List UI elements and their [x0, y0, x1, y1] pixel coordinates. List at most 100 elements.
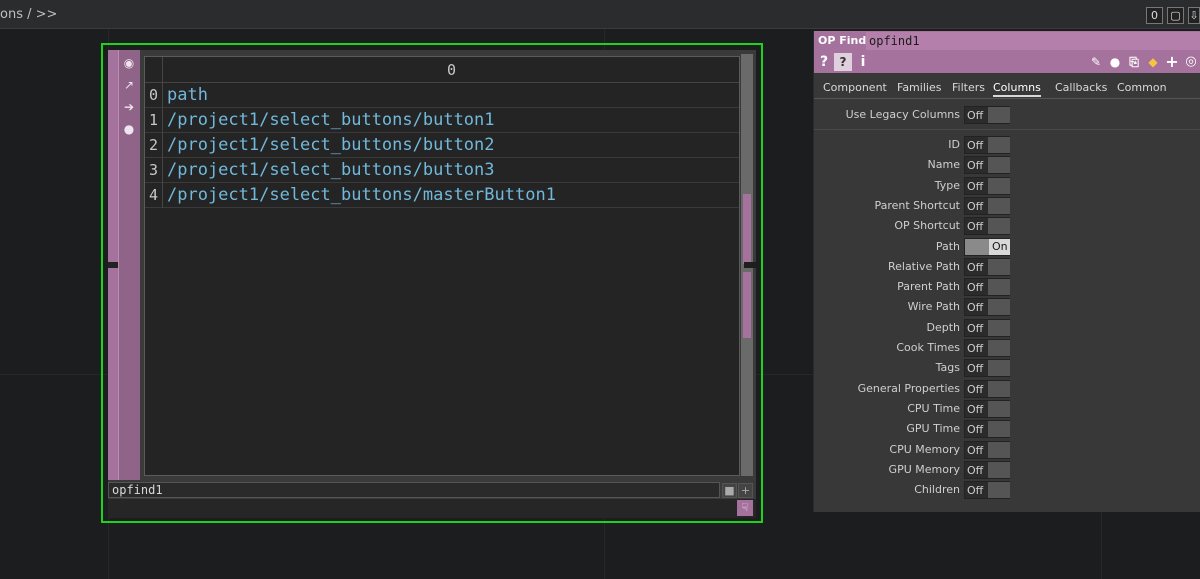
table-cell: path — [167, 85, 208, 105]
param-gpu-memory: GPU Memory Off — [814, 460, 1200, 480]
op-type-label: OP Find — [818, 34, 867, 47]
param-children: Children Off — [814, 480, 1200, 500]
param-general-properties: General Properties Off — [814, 379, 1200, 399]
param-parent-shortcut: Parent Shortcut Off — [814, 196, 1200, 216]
node-name-field[interactable]: opfind1 — [108, 482, 720, 498]
table-cell: /project1/select_buttons/button3 — [167, 160, 495, 180]
table-cell: /project1/select_buttons/button2 — [167, 135, 495, 155]
hand-pointer-icon[interactable]: ☟ — [737, 500, 753, 516]
tab-filters[interactable]: Filters — [952, 81, 985, 94]
plus-icon[interactable]: + — [738, 483, 753, 498]
pane-count-field[interactable]: 0 — [1146, 7, 1163, 24]
param-label: Depth — [926, 320, 960, 334]
scrollbar-thumb[interactable] — [743, 272, 751, 338]
tags-toggle[interactable]: Off — [964, 359, 1010, 378]
parameter-tabs: Component Families Filters Columns Callb… — [814, 79, 1200, 99]
add-icon[interactable]: + — [1164, 53, 1180, 71]
python-icon[interactable]: ◆ — [1145, 53, 1161, 71]
param-label: CPU Memory — [889, 442, 960, 456]
parent-path-toggle[interactable]: Off — [964, 278, 1010, 297]
param-cpu-memory: CPU Memory Off — [814, 440, 1200, 460]
cook-times-toggle[interactable]: Off — [964, 339, 1010, 357]
tab-families[interactable]: Families — [897, 81, 941, 94]
use-legacy-columns-toggle[interactable]: Off — [964, 106, 1010, 124]
cpu-memory-toggle[interactable]: Off — [964, 440, 1010, 459]
param-depth: Depth Off — [814, 318, 1200, 338]
param-id: ID Off — [814, 135, 1200, 155]
param-path: Path On — [814, 237, 1200, 257]
python-help-icon[interactable]: ? — [834, 53, 852, 71]
param-name: Name Off — [814, 155, 1200, 175]
comment-icon[interactable]: ● — [1107, 53, 1123, 71]
opfind-node[interactable]: ◉ ↗ ➔ ● 0 0 path 1 /project1/select_butt… — [108, 50, 756, 518]
lock-icon[interactable]: ● — [120, 120, 138, 138]
param-tags: Tags Off — [814, 358, 1200, 378]
table-row: 3 /project1/select_buttons/button3 — [145, 158, 739, 183]
param-gpu-time: GPU Time Off — [814, 419, 1200, 439]
param-label: ID — [948, 138, 960, 151]
clipboard-icon[interactable]: ⎘ — [1126, 53, 1142, 71]
viewer-toggle-icon[interactable]: ■ — [722, 483, 737, 498]
param-type: Type Off — [814, 176, 1200, 196]
info-icon[interactable]: i — [858, 53, 868, 71]
param-label: Name — [927, 158, 960, 172]
tab-common[interactable]: Common — [1117, 81, 1167, 94]
param-parent-path: Parent Path Off — [814, 277, 1200, 297]
split-down-icon[interactable]: ⇩ — [1188, 7, 1200, 24]
table-viewer[interactable]: 0 0 path 1 /project1/select_buttons/butt… — [144, 56, 740, 476]
column-header: 0 — [446, 61, 457, 79]
tab-callbacks[interactable]: Callbacks — [1055, 81, 1107, 94]
depth-toggle[interactable]: Off — [964, 318, 1010, 337]
children-toggle[interactable]: Off — [964, 481, 1010, 500]
arrow-right-icon[interactable]: ➔ — [120, 98, 138, 116]
param-relative-path: Relative Path Off — [814, 257, 1200, 277]
help-icon[interactable]: ? — [817, 53, 831, 71]
parameter-panel: OP Find opfind1 ? ? i ✎ ● ⎘ ◆ + ◎ Compon… — [813, 31, 1200, 512]
op-shortcut-toggle[interactable]: Off — [964, 217, 1010, 236]
wire-path-toggle[interactable]: Off — [964, 298, 1010, 317]
op-name-field[interactable]: opfind1 — [866, 32, 1200, 50]
table-row: 0 path — [145, 83, 739, 108]
param-label: Wire Path — [907, 300, 960, 314]
param-label: Use Legacy Columns — [845, 108, 960, 121]
type-toggle[interactable]: Off — [964, 176, 1010, 195]
row-index: 4 — [145, 183, 163, 208]
row-index: 2 — [145, 133, 163, 158]
breadcrumb[interactable]: ons / >> — [0, 7, 57, 22]
param-label: Type — [934, 178, 960, 192]
relative-path-toggle[interactable]: Off — [964, 257, 1010, 276]
parent-shortcut-toggle[interactable]: Off — [964, 196, 1010, 215]
id-toggle[interactable]: Off — [964, 136, 1010, 154]
param-op-shortcut: OP Shortcut Off — [814, 216, 1200, 236]
target-icon[interactable]: ◎ — [1183, 53, 1199, 71]
pencil-icon[interactable]: ✎ — [1088, 53, 1104, 71]
viewer-active-icon[interactable]: ◉ — [120, 54, 138, 72]
cpu-time-toggle[interactable]: Off — [964, 399, 1010, 418]
param-label: GPU Memory — [888, 462, 960, 476]
param-label: CPU Time — [907, 401, 960, 415]
param-label: Path — [935, 239, 960, 253]
param-label: General Properties — [857, 381, 960, 395]
table-cell: /project1/select_buttons/button1 — [167, 110, 495, 130]
param-cook-times: Cook Times Off — [814, 338, 1200, 358]
param-label: GPU Time — [906, 422, 960, 436]
tab-component[interactable]: Component — [823, 81, 887, 94]
table-row: 2 /project1/select_buttons/button2 — [145, 133, 739, 158]
gpu-time-toggle[interactable]: Off — [964, 420, 1010, 439]
bypass-icon[interactable]: ↗ — [120, 76, 138, 94]
maximize-icon[interactable]: ▢ — [1167, 7, 1184, 24]
network-path-bar: ons / >> 0 ▢ ⇩ — [0, 0, 1200, 29]
row-index: 1 — [145, 108, 163, 133]
param-label: Parent Shortcut — [874, 198, 960, 212]
param-label: Tags — [935, 361, 960, 375]
scrollbar-thumb[interactable] — [743, 194, 751, 264]
gpu-memory-toggle[interactable]: Off — [964, 460, 1010, 479]
tab-columns[interactable]: Columns — [993, 81, 1041, 97]
general-properties-toggle[interactable]: Off — [964, 379, 1010, 398]
row-index: 0 — [145, 83, 163, 108]
path-toggle[interactable]: On — [964, 237, 1010, 256]
table-row: 4 /project1/select_buttons/masterButton1 — [145, 183, 739, 208]
param-wire-path: Wire Path Off — [814, 297, 1200, 317]
name-toggle[interactable]: Off — [964, 156, 1010, 175]
network-grid-line — [1101, 512, 1102, 579]
